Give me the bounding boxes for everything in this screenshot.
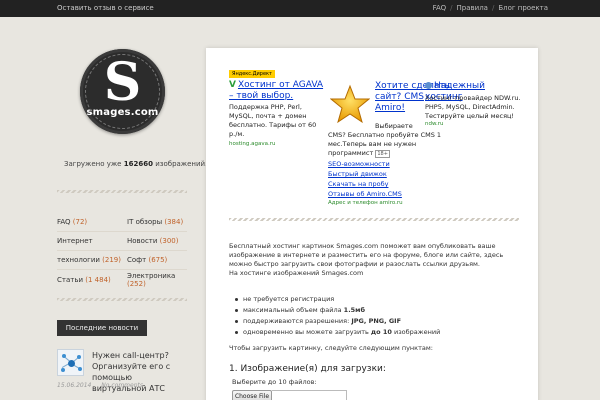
nav-faq[interactable]: FAQ <box>433 4 447 12</box>
category-articles[interactable]: Статьи (1 484) <box>57 276 127 284</box>
category-it-reviews[interactable]: IT обзоры (384) <box>127 218 187 226</box>
steps-intro: Чтобы загрузить картинку, следуйте следу… <box>229 344 433 352</box>
file-input[interactable] <box>272 390 347 400</box>
ad2-links: SEO-возможности Быстрый движок Скачать н… <box>328 159 402 199</box>
service-description: Бесплатный хостинг картинок Smages.com п… <box>229 242 519 278</box>
category-row: FAQ (72) IT обзоры (384) <box>57 213 187 232</box>
counter-suffix: изображений. <box>155 160 208 168</box>
feature-item: поддерживаются разрешения: JPG, PNG, GIF <box>235 316 440 327</box>
ad2-link-seo[interactable]: SEO-возможности <box>328 159 402 169</box>
category-row: Статьи (1 484) Электроника (252) <box>57 270 187 289</box>
top-nav: FAQ / Правила / Блог проекта <box>429 4 548 12</box>
news-meta: 15.06.2014 No comments <box>57 382 151 389</box>
feature-list: не требуется регистрация максимальный об… <box>235 294 440 338</box>
nav-separator: / <box>491 4 495 12</box>
nav-rules[interactable]: Правила <box>457 4 488 12</box>
ad-provider-label[interactable]: Яндекс.Директ <box>229 70 275 78</box>
category-electronics[interactable]: Электроника (252) <box>127 272 187 288</box>
ad1-text: Поддержка PHP, Perl, MySQL, почта + доме… <box>229 103 317 138</box>
sidebar-divider <box>57 190 187 193</box>
category-news[interactable]: Новости (300) <box>127 237 187 245</box>
ad3-text: Хостинг-провайдер NDW.ru. PHP5, MySQL, D… <box>425 94 521 120</box>
ad1-host[interactable]: hosting.agava.ru <box>229 141 275 147</box>
category-internet[interactable]: Интернет <box>57 237 127 245</box>
news-thumbnail[interactable] <box>57 349 84 376</box>
news-comments[interactable]: No comments <box>101 382 143 389</box>
upload-counter: Загружено уже 162660 изображений. <box>64 160 207 168</box>
counter-prefix: Загружено уже <box>64 160 122 168</box>
feature-item: максимальный объем файла 1.5мб <box>235 305 440 316</box>
category-row: Интернет Новости (300) <box>57 232 187 251</box>
sidebar-divider <box>57 298 187 301</box>
globe-icon <box>425 82 432 89</box>
ad2-link-download[interactable]: Скачать на пробу <box>328 179 402 189</box>
upload-subheading: Выберите до 10 файлов: <box>232 378 317 386</box>
feature-item: одновременно вы можете загрузить до 10 и… <box>235 327 440 338</box>
top-bar: Оставить отзыв о сервисе FAQ / Правила /… <box>0 0 600 17</box>
ad2-text-body: CMS? Бесплатно пробуйте CMS 1 мес.Теперь… <box>328 131 442 158</box>
category-list: FAQ (72) IT обзоры (384) Интернет Новост… <box>57 213 187 289</box>
ad2-link-engine[interactable]: Быстрый движок <box>328 169 402 179</box>
category-row: технологии (219) Софт (675) <box>57 251 187 270</box>
feedback-link[interactable]: Оставить отзыв о сервисе <box>57 4 154 12</box>
star-icon[interactable] <box>329 84 371 124</box>
site-logo[interactable]: S smages.com <box>80 49 165 134</box>
nav-blog[interactable]: Блог проекта <box>498 4 548 12</box>
nav-separator: / <box>450 4 453 12</box>
content-divider <box>229 218 519 221</box>
category-faq[interactable]: FAQ (72) <box>57 218 127 226</box>
age-badge: 18+ <box>375 150 390 158</box>
description-text: Бесплатный хостинг картинок Smages.com п… <box>229 242 504 268</box>
latest-news-button[interactable]: Последние новости <box>57 320 147 336</box>
agava-chevron-icon: V <box>229 80 236 90</box>
category-technology[interactable]: технологии (219) <box>57 256 127 264</box>
ad2-host[interactable]: Адрес и телефон amiro.ru <box>328 200 403 206</box>
category-software[interactable]: Софт (675) <box>127 256 187 264</box>
upload-heading: 1. Изображение(я) для загрузки: <box>229 364 386 374</box>
ad2-link-reviews[interactable]: Отзывы об Amiro.CMS <box>328 189 402 199</box>
counter-value: 162660 <box>123 160 153 168</box>
logo-ring <box>85 54 160 129</box>
description-subheading: На хостинге изображений Smages.com <box>229 269 364 277</box>
feature-item: не требуется регистрация <box>235 294 440 305</box>
choose-file-button[interactable]: Choose File <box>232 390 272 400</box>
ad1-title[interactable]: V Хостинг от AGAVA – твой выбор. <box>229 80 324 102</box>
ad3-host[interactable]: ndw.ru <box>425 121 443 127</box>
news-date: 15.06.2014 <box>57 382 92 389</box>
